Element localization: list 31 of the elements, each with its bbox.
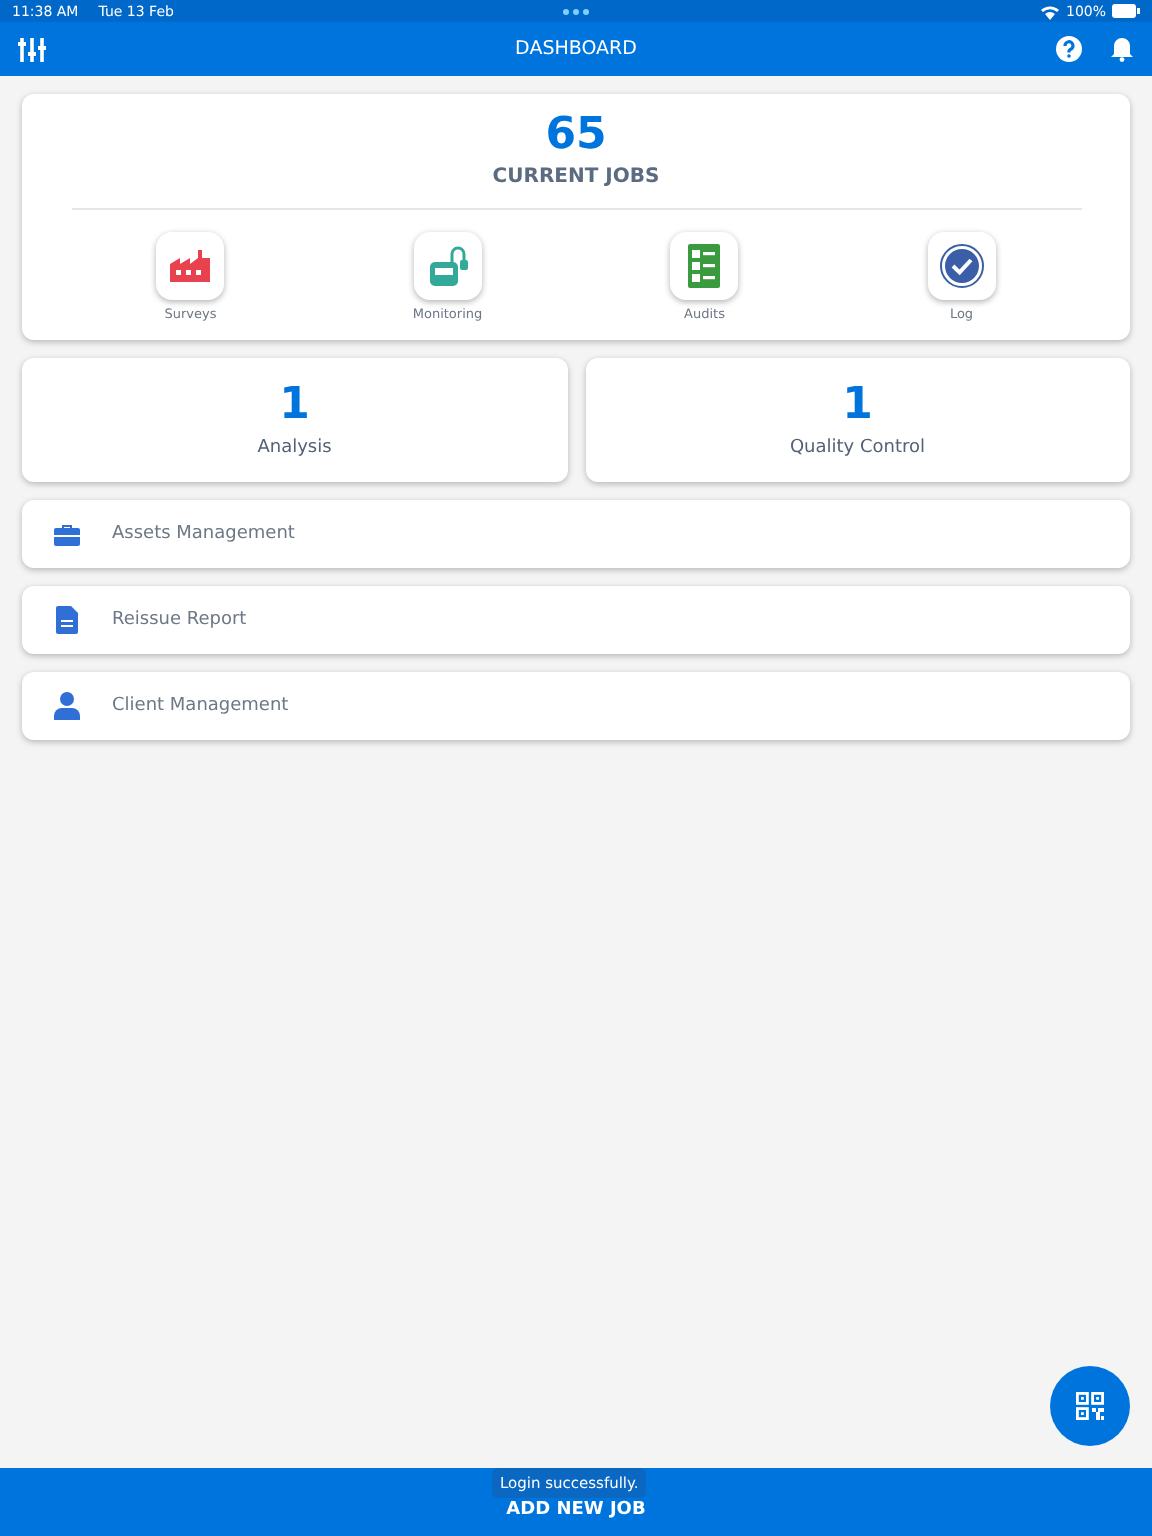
job-count: 65 — [545, 110, 607, 162]
stat-label: Quality Control — [789, 438, 926, 458]
briefcase-icon — [53, 523, 79, 545]
job-label: CURRENT JOBS — [492, 166, 660, 188]
menu-item[interactable]: Client Management — [22, 672, 1130, 740]
qr-scan-button[interactable] — [1050, 1366, 1130, 1446]
stat-label: Analysis — [257, 438, 332, 458]
check-badge-icon — [939, 244, 984, 288]
help-icon[interactable] — [1056, 36, 1082, 62]
battery-icon — [1112, 4, 1140, 18]
qr-code-icon — [1076, 1392, 1104, 1420]
handheld-device-icon — [427, 246, 468, 286]
page-title: DASHBOARD — [515, 38, 637, 60]
person-icon — [53, 692, 79, 720]
document-icon — [55, 606, 77, 634]
badge-tile[interactable] — [927, 232, 996, 300]
stat-card[interactable]: 1 Quality Control — [585, 358, 1130, 482]
stat-count: 1 — [842, 382, 873, 430]
checklist-tile[interactable] — [670, 232, 739, 300]
multitasking-icon — [562, 8, 590, 16]
menu-item[interactable]: Reissue Report — [22, 586, 1130, 654]
notification-bell-icon[interactable] — [1110, 36, 1134, 62]
factory-tile[interactable] — [156, 232, 225, 300]
wifi-icon — [1039, 3, 1060, 19]
device-tile[interactable] — [413, 232, 482, 300]
filter-sliders-icon[interactable] — [18, 35, 46, 63]
stat-count: 1 — [279, 382, 310, 430]
stat-card[interactable]: 1 Analysis — [22, 358, 567, 482]
factory-icon — [170, 250, 211, 282]
menu-item[interactable]: Assets Management — [22, 500, 1130, 568]
checklist-icon — [688, 244, 721, 288]
